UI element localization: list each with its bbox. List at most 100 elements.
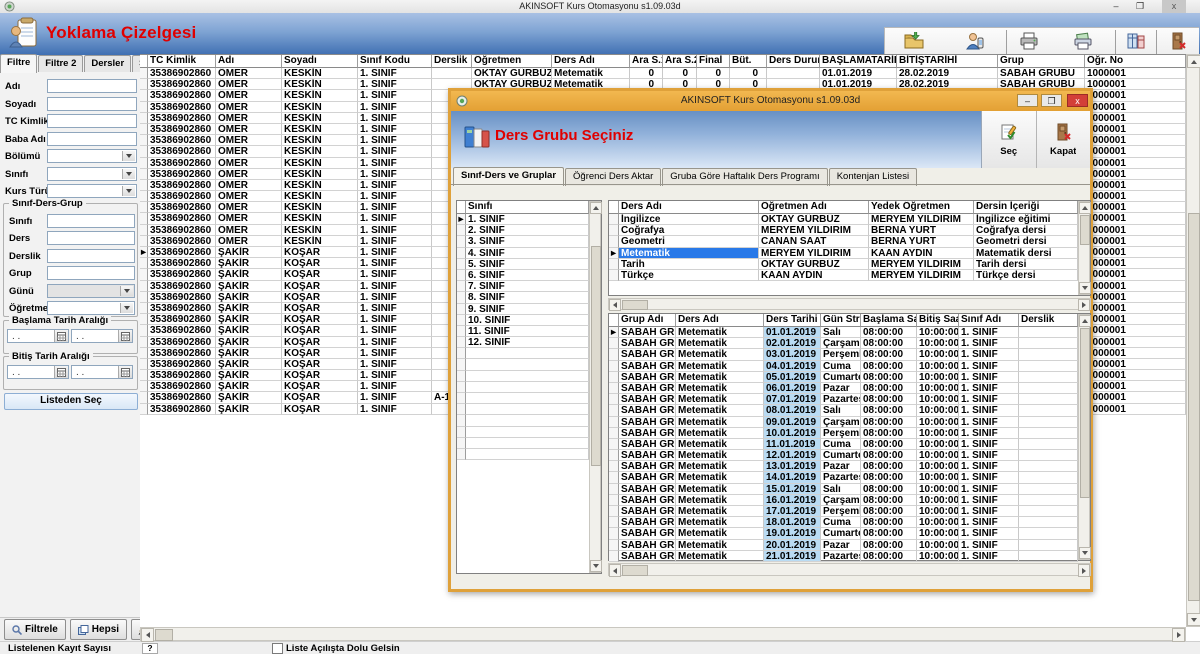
table-cell[interactable]: SABAH GRUBU	[619, 417, 676, 428]
table-cell[interactable]: ÖMER	[216, 79, 282, 90]
sınıfı-dropdown[interactable]	[47, 167, 137, 181]
table-cell[interactable]: 08:00:00	[861, 506, 917, 517]
table-cell[interactable]: 1. SINIF	[358, 370, 432, 381]
table-cell[interactable]: ÖMER	[216, 113, 282, 124]
table-cell[interactable]: 1. SINIF	[358, 90, 432, 101]
table-cell[interactable]: 08:00:00	[861, 383, 917, 394]
list-full-on-open-checkbox[interactable]	[272, 643, 283, 654]
table-cell[interactable]: KESKİN	[282, 202, 358, 213]
table-cell[interactable]: Pazar	[821, 461, 861, 472]
table-cell[interactable]: Tarih dersi	[974, 259, 1078, 270]
table-cell[interactable]: KOŞAR	[282, 348, 358, 359]
chevron-down-icon[interactable]	[122, 151, 135, 161]
table-cell[interactable]: 1. SINIF	[959, 405, 1019, 416]
schedule-grid-vscrollbar[interactable]	[1078, 314, 1090, 560]
table-cell[interactable]: SABAH GRUBU	[619, 338, 676, 349]
table-cell[interactable]: Metematik	[676, 551, 764, 562]
table-cell[interactable]: 1000001	[1085, 303, 1186, 314]
table-cell[interactable]: 1. SINIF	[358, 258, 432, 269]
table-cell[interactable]: ÖMER	[216, 191, 282, 202]
table-cell[interactable]: 35386902860	[148, 236, 216, 247]
table-row[interactable]: 8. SINIF	[457, 292, 601, 303]
table-cell[interactable]: ŞAKİR	[216, 392, 282, 403]
table-cell[interactable]	[432, 68, 472, 79]
table-cell[interactable]: Metematik	[676, 327, 764, 338]
table-cell[interactable]: 1. SINIF	[358, 392, 432, 403]
table-cell[interactable]: Türkçe dersi	[974, 270, 1078, 281]
table-cell[interactable]: KESKİN	[282, 180, 358, 191]
scroll-down-button[interactable]	[1079, 547, 1091, 559]
table-cell[interactable]: SABAH GRUBU	[619, 528, 676, 539]
table-cell[interactable]: 35386902860	[148, 68, 216, 79]
table-cell[interactable]: KESKİN	[282, 135, 358, 146]
table-cell[interactable]: ÖMER	[216, 202, 282, 213]
soyadı-field[interactable]	[47, 97, 137, 111]
table-cell[interactable]: ŞAKİR	[216, 325, 282, 336]
table-cell[interactable]: 1000001	[1085, 392, 1186, 403]
kapat-button[interactable]: Kapat	[1036, 111, 1091, 168]
table-cell[interactable]: ÖMER	[216, 169, 282, 180]
table-cell[interactable]: KOŞAR	[282, 281, 358, 292]
table-cell[interactable]: 35386902860	[148, 314, 216, 325]
table-row[interactable]: SABAH GRUBUMetematik16.01.2019Çarşamba08…	[609, 495, 1090, 506]
table-row[interactable]: SABAH GRUBUMetematik06.01.2019Pazar08:00…	[609, 383, 1090, 394]
table-cell[interactable]: 10:00:00	[917, 394, 959, 405]
table-cell[interactable]: Pazartesi	[821, 472, 861, 483]
table-cell[interactable]: 1. SINIF	[959, 472, 1019, 483]
column-header[interactable]: Sınıfı	[466, 201, 589, 214]
table-cell[interactable]: 1000001	[1085, 146, 1186, 157]
table-row[interactable]: SABAH GRUBUMetematik08.01.2019Salı08:00:…	[609, 405, 1090, 416]
table-cell[interactable]: Metematik	[676, 450, 764, 461]
table-cell[interactable]: Metematik	[676, 361, 764, 372]
table-cell[interactable]	[1019, 372, 1078, 383]
table-cell[interactable]: Metematik	[676, 349, 764, 360]
table-cell[interactable]: 10:00:00	[917, 540, 959, 551]
filter-tab-filtre-2[interactable]: Filtre 2	[38, 55, 83, 72]
table-cell[interactable]: 11. SINIF	[466, 326, 589, 337]
table-row[interactable]: 12. SINIF	[457, 337, 601, 348]
table-cell[interactable]: 1. SINIF	[358, 102, 432, 113]
table-cell[interactable]: KESKİN	[282, 113, 358, 124]
table-cell[interactable]: 1000001	[1085, 359, 1186, 370]
column-header[interactable]: Adı	[216, 55, 282, 68]
minimize-button[interactable]: –	[1104, 0, 1128, 13]
table-cell[interactable]: 0	[663, 68, 697, 79]
table-cell[interactable]: 1. SINIF	[358, 158, 432, 169]
table-row[interactable]: 11. SINIF	[457, 326, 601, 337]
scroll-right-button[interactable]	[1078, 564, 1090, 577]
table-cell[interactable]: 1000001	[1085, 269, 1186, 280]
table-cell[interactable]: ÖMER	[216, 124, 282, 135]
table-cell[interactable]: 35386902860	[148, 269, 216, 280]
column-header[interactable]: Grup	[998, 55, 1085, 68]
scroll-thumb[interactable]	[1188, 213, 1200, 601]
start-date-to-field[interactable]: . .	[71, 329, 133, 343]
table-row[interactable]: 35386902860ÖMERKESKİN1. SINIFOKTAY GÜRBÜ…	[140, 68, 1186, 79]
table-row[interactable]: 7. SINIF	[457, 281, 601, 292]
column-header[interactable]: Bitiş Saati	[917, 314, 959, 327]
table-cell[interactable]: 1. SINIF	[959, 349, 1019, 360]
table-cell[interactable]: SABAH GRUBU	[619, 551, 676, 562]
table-cell[interactable]	[1019, 450, 1078, 461]
table-cell[interactable]: 10:00:00	[917, 517, 959, 528]
column-header[interactable]: Ders Adı	[619, 201, 759, 214]
table-cell[interactable]: 4. SINIF	[466, 248, 589, 259]
scroll-left-button[interactable]	[609, 564, 621, 577]
table-cell[interactable]: SABAH GRUBU	[619, 428, 676, 439]
chevron-down-icon[interactable]	[122, 169, 135, 179]
table-cell[interactable]: 0	[730, 68, 767, 79]
maximize-button[interactable]: ❐	[1041, 94, 1062, 107]
column-header[interactable]: Grup Adı	[619, 314, 676, 327]
table-cell[interactable]: İngilizce eğitimi	[974, 214, 1078, 225]
table-cell[interactable]: KOŞAR	[282, 292, 358, 303]
table-cell[interactable]: 1000001	[1085, 191, 1186, 202]
table-cell[interactable]: SABAH GRUBU	[619, 472, 676, 483]
table-cell[interactable]: ÖMER	[216, 68, 282, 79]
table-cell[interactable]: 1. SINIF	[358, 68, 432, 79]
table-row[interactable]: 5. SINIF	[457, 259, 601, 270]
main-table-vscrollbar[interactable]	[1186, 54, 1200, 627]
table-cell[interactable]: 1000001	[1085, 68, 1186, 79]
table-cell[interactable]: KESKİN	[282, 213, 358, 224]
table-cell[interactable]: 1000001	[1085, 325, 1186, 336]
table-cell[interactable]: Metematik	[676, 517, 764, 528]
table-cell[interactable]: 1. SINIF	[358, 180, 432, 191]
